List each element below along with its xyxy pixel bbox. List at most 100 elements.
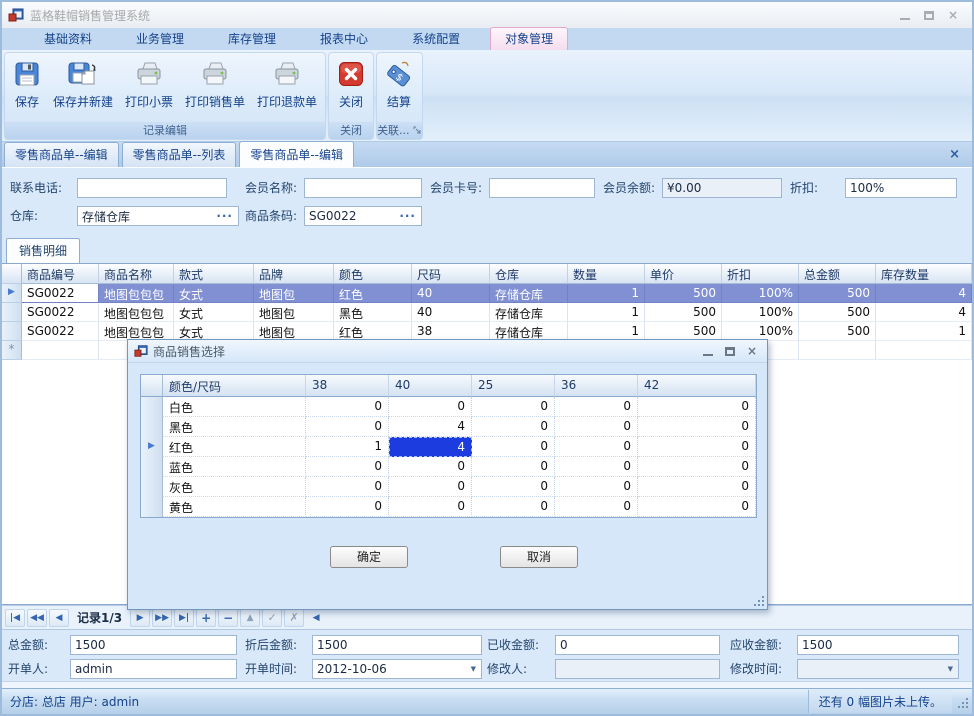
dialog-maximize-icon[interactable]: [725, 347, 735, 356]
nav-prev-button[interactable]: ◀: [49, 609, 69, 627]
nav-cancel-button[interactable]: ✗: [284, 609, 304, 627]
nav-edit-button[interactable]: ▲: [240, 609, 260, 627]
doc-tab-close-icon[interactable]: ×: [941, 147, 968, 166]
open-time-input[interactable]: [313, 660, 466, 678]
matrix-col-header[interactable]: 42: [638, 375, 756, 397]
doc-tab-list[interactable]: 零售商品单--列表: [122, 142, 237, 167]
dialog-title-bar: 商品销售选择 ×: [128, 340, 767, 363]
modifier-label: 修改人:: [487, 659, 527, 679]
settle-button[interactable]: $ 结算: [379, 55, 419, 122]
status-divider: [2, 681, 972, 688]
maximize-icon[interactable]: [924, 11, 934, 20]
selected-cell[interactable]: 4: [389, 437, 472, 457]
total-input[interactable]: [71, 636, 236, 654]
col-header[interactable]: 款式: [174, 264, 254, 284]
nav-next-page-button[interactable]: ▶▶: [152, 609, 172, 627]
col-header[interactable]: 折扣: [722, 264, 799, 284]
matrix-header-row: 颜色/尺码 38 40 25 36 42: [141, 375, 756, 397]
col-header[interactable]: 库存数量: [876, 264, 972, 284]
barcode-label: 商品条码:: [245, 206, 297, 226]
matrix-col-header[interactable]: 40: [389, 375, 472, 397]
nav-prev-page-button[interactable]: ◀◀: [27, 609, 47, 627]
barcode-picker-icon[interactable]: ···: [394, 206, 421, 226]
nav-append-button[interactable]: +: [196, 609, 216, 627]
tab-business[interactable]: 业务管理: [122, 28, 198, 50]
operator-input[interactable]: [71, 660, 236, 678]
save-and-new-button[interactable]: 保存并新建: [47, 55, 119, 122]
receivable-field-wrap: [797, 635, 959, 655]
tab-object-manage[interactable]: 对象管理: [490, 27, 568, 50]
receivable-label: 应收金额:: [730, 635, 782, 655]
print-sales-button[interactable]: 打印销售单: [179, 55, 251, 122]
col-header[interactable]: 商品名称: [99, 264, 174, 284]
print-refund-button[interactable]: 打印退款单: [251, 55, 323, 122]
tab-base-data[interactable]: 基础资料: [30, 28, 106, 50]
col-header[interactable]: 品牌: [254, 264, 334, 284]
discount-input[interactable]: [846, 179, 956, 197]
col-header[interactable]: 商品编号: [22, 264, 99, 284]
nav-post-button[interactable]: ✓: [262, 609, 282, 627]
warehouse-input[interactable]: [78, 207, 211, 225]
open-time-label: 开单时间:: [245, 659, 297, 679]
nav-delete-button[interactable]: −: [218, 609, 238, 627]
matrix-col-header[interactable]: 颜色/尺码: [163, 375, 306, 397]
open-time-dropdown-icon[interactable]: ▼: [466, 659, 481, 679]
ok-button[interactable]: 确定: [330, 546, 408, 568]
matrix-row[interactable]: 黄色 0 0 0 0 0: [141, 497, 756, 517]
received-label: 已收金额:: [487, 635, 539, 655]
save-button[interactable]: 保存: [7, 55, 47, 122]
member-name-label: 会员名称:: [245, 178, 297, 198]
nav-collapse-button[interactable]: ◀: [306, 609, 326, 627]
dialog-resize-grip[interactable]: [752, 594, 764, 606]
dialog-launcher-icon[interactable]: [413, 126, 422, 135]
col-header[interactable]: 总金额: [799, 264, 876, 284]
table-row[interactable]: ▶ SG0022 地图包包包 女式 地图包 红色 40 存储仓库 1 500 1…: [2, 284, 972, 303]
matrix-row[interactable]: 黑色 0 4 0 0 0: [141, 417, 756, 437]
warehouse-picker-icon[interactable]: ···: [211, 206, 238, 226]
tab-inventory[interactable]: 库存管理: [214, 28, 290, 50]
matrix-row[interactable]: 白色 0 0 0 0 0: [141, 397, 756, 417]
matrix-row-current[interactable]: ▶ 红色 1 4 0 0 0: [141, 437, 756, 457]
dialog-close-icon[interactable]: ×: [747, 344, 757, 358]
tab-reports[interactable]: 报表中心: [306, 28, 382, 50]
print-receipt-button[interactable]: 打印小票: [119, 55, 179, 122]
resize-grip[interactable]: [956, 696, 968, 708]
receivable-input[interactable]: [798, 636, 958, 654]
close-icon[interactable]: ×: [948, 9, 958, 21]
tab-system-config[interactable]: 系统配置: [398, 28, 474, 50]
tab-sales-detail[interactable]: 销售明细: [6, 238, 80, 263]
barcode-field-wrap: ···: [304, 206, 422, 226]
cancel-button[interactable]: 取消: [500, 546, 578, 568]
close-form-button[interactable]: 关闭: [331, 55, 371, 122]
doc-tab-edit-2[interactable]: 零售商品单--编辑: [239, 141, 354, 167]
col-header[interactable]: 尺码: [412, 264, 490, 284]
member-name-input[interactable]: [305, 179, 421, 197]
discounted-input[interactable]: [313, 636, 481, 654]
doc-tab-edit-1[interactable]: 零售商品单--编辑: [4, 142, 119, 167]
minimize-icon[interactable]: [900, 11, 910, 20]
ribbon-group-close: 关闭 关闭: [328, 52, 374, 140]
nav-last-button[interactable]: ▶|: [174, 609, 194, 627]
matrix-row[interactable]: 灰色 0 0 0 0 0: [141, 477, 756, 497]
app-window: 蓝格鞋帽销售管理系统 × 基础资料 业务管理 库存管理 报表中心 系统配置 对象…: [0, 0, 974, 716]
table-row[interactable]: SG0022 地图包包包 女式 地图包 黑色 40 存储仓库 1 500 100…: [2, 303, 972, 322]
phone-input[interactable]: [78, 179, 226, 197]
nav-next-button[interactable]: ▶: [130, 609, 150, 627]
col-header[interactable]: 颜色: [334, 264, 412, 284]
col-header[interactable]: 单价: [645, 264, 722, 284]
received-input[interactable]: [556, 636, 719, 654]
matrix-col-header[interactable]: 38: [306, 375, 389, 397]
barcode-input[interactable]: [305, 207, 394, 225]
totals-form: 总金额: 折后金额: 已收金额: 应收金额: 开单人: 开单时间: ▼ 修改人:…: [2, 629, 972, 681]
document-tab-bar: 零售商品单--编辑 零售商品单--列表 零售商品单--编辑 ×: [2, 142, 972, 167]
modify-time-dropdown-icon[interactable]: ▼: [943, 659, 958, 679]
col-header[interactable]: 仓库: [490, 264, 568, 284]
member-balance-field-wrap: [662, 178, 782, 198]
matrix-row[interactable]: 蓝色 0 0 0 0 0: [141, 457, 756, 477]
member-card-input[interactable]: [490, 179, 594, 197]
dialog-minimize-icon[interactable]: [703, 347, 713, 356]
col-header[interactable]: 数量: [568, 264, 645, 284]
matrix-col-header[interactable]: 25: [472, 375, 555, 397]
matrix-col-header[interactable]: 36: [555, 375, 638, 397]
nav-first-button[interactable]: |◀: [5, 609, 25, 627]
